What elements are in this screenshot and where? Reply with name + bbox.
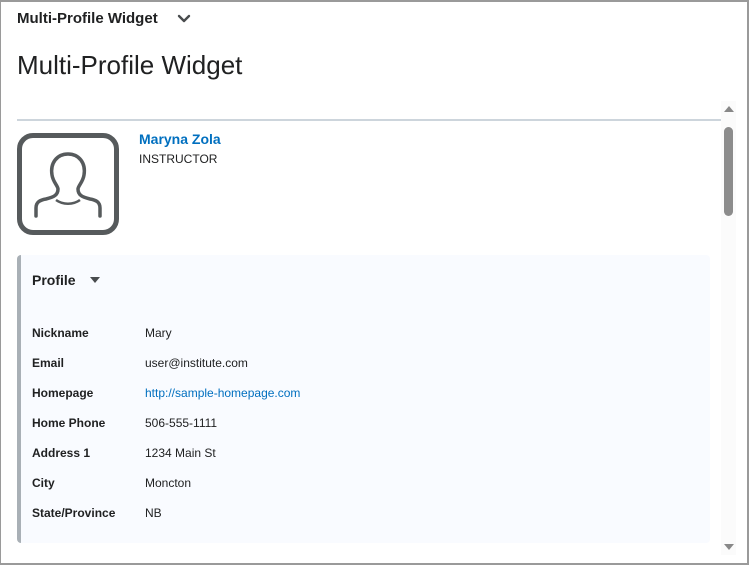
field-value: Mary: [145, 326, 172, 340]
caret-down-icon: [89, 277, 100, 283]
profile-role: INSTRUCTOR: [139, 152, 218, 166]
profile-section-toggle[interactable]: Profile: [32, 272, 100, 288]
widget-header-title: Multi-Profile Widget: [17, 10, 158, 27]
user-silhouette-icon: [34, 152, 102, 218]
field-label: Home Phone: [32, 416, 106, 430]
scrollbar[interactable]: [721, 101, 736, 555]
field-label: City: [32, 476, 55, 490]
field-value: NB: [145, 506, 162, 520]
scroll-down-arrow-icon[interactable]: [724, 544, 734, 550]
field-value: 1234 Main St: [145, 446, 216, 460]
field-label: Email: [32, 356, 65, 370]
widget-menu[interactable]: Multi-Profile Widget: [17, 10, 192, 27]
scrollbar-thumb[interactable]: [724, 127, 733, 216]
field-row: City Moncton: [32, 476, 191, 490]
profile-section-label: Profile: [32, 272, 76, 288]
divider: [17, 119, 721, 121]
page-title: Multi-Profile Widget: [17, 50, 243, 80]
field-row: Nickname Mary: [32, 326, 172, 340]
field-row: Home Phone 506-555-1111: [32, 416, 217, 430]
field-row: Address 1 1234 Main St: [32, 446, 216, 460]
field-row: Email user@institute.com: [32, 356, 248, 370]
scroll-up-arrow-icon[interactable]: [724, 106, 734, 112]
field-label: Nickname: [32, 326, 89, 340]
chevron-down-icon[interactable]: [176, 11, 192, 27]
profile-name-link[interactable]: Maryna Zola: [139, 131, 221, 147]
field-label: Homepage: [32, 386, 94, 400]
field-label: Address 1: [32, 446, 91, 460]
field-value: user@institute.com: [145, 356, 248, 370]
homepage-link[interactable]: http://sample-homepage.com: [145, 386, 300, 400]
field-value: 506-555-1111: [145, 416, 218, 430]
field-row: State/Province NB: [32, 506, 162, 520]
field-value: Moncton: [145, 476, 192, 490]
field-label: State/Province: [32, 506, 116, 520]
avatar: [17, 133, 119, 235]
field-row: Homepage http://sample-homepage.com: [32, 386, 300, 400]
profile-panel: Profile Nickname Mary Email user@institute…: [17, 255, 710, 543]
